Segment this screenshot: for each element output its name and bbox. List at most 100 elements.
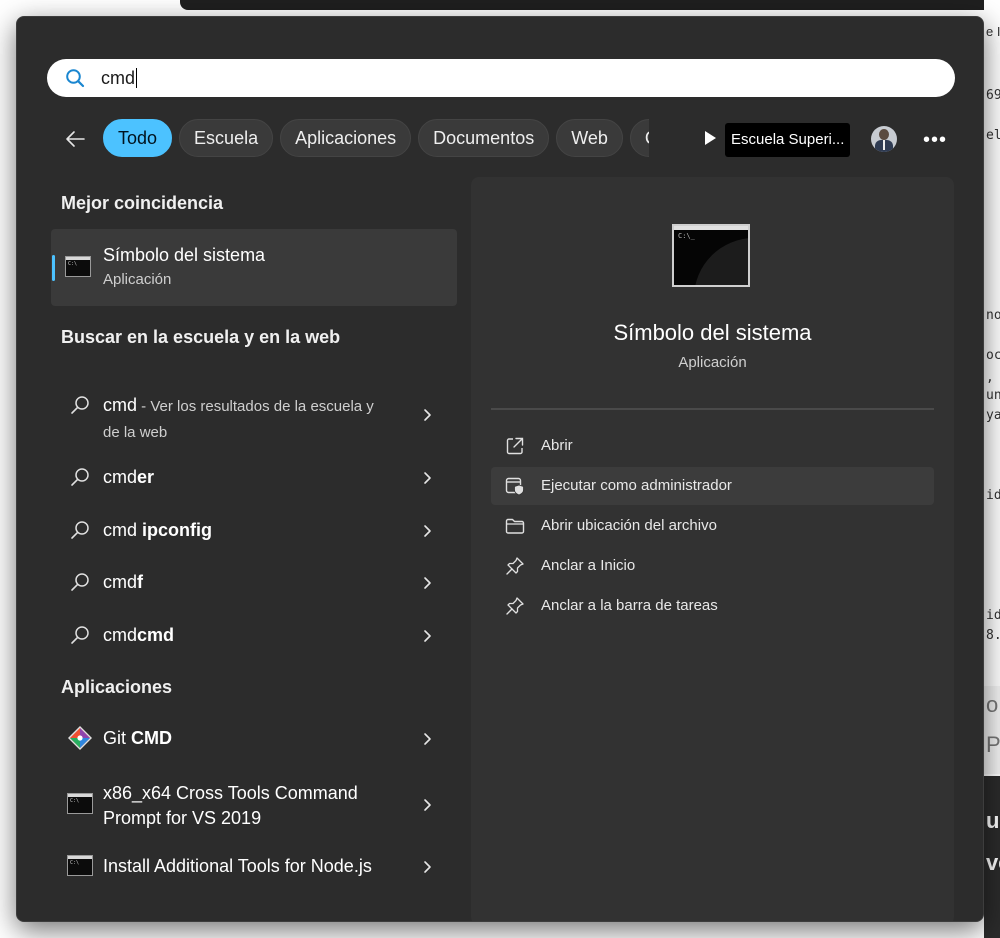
bg-text: ya (986, 408, 1000, 423)
action-open-file-location[interactable]: Abrir ubicación del archivo (491, 507, 934, 545)
result-description: - Ver los resultados de la escuela y (137, 398, 374, 415)
search-icon (71, 468, 89, 486)
search-input[interactable]: cmd (47, 59, 955, 97)
app-name-match: CMD (131, 728, 173, 748)
detail-title: Símbolo del sistema (613, 320, 812, 345)
avatar[interactable] (871, 126, 897, 152)
chevron-right-icon (424, 799, 431, 811)
open-external-icon (506, 437, 524, 455)
filter-chip-aplicaciones[interactable]: Aplicaciones (280, 119, 412, 157)
bg-text: 8. (986, 628, 1000, 643)
action-pin-to-start[interactable]: Anclar a Inicio (491, 547, 934, 585)
bg-text: oc (986, 348, 1000, 363)
result-query: cmd (103, 395, 138, 415)
git-icon (68, 726, 92, 750)
action-run-as-admin[interactable]: Ejecutar como administrador (491, 467, 934, 505)
search-text: cmd (101, 67, 138, 89)
action-open[interactable]: Abrir (491, 427, 934, 465)
app-name: Git (103, 728, 132, 748)
bg-text: id (986, 608, 1000, 623)
web-result-label: cmder (103, 467, 154, 488)
background-window-titlebar (180, 0, 1000, 10)
filter-chip-web[interactable]: Web (556, 119, 623, 157)
console-icon-prompt: C:\_ (678, 232, 695, 240)
search-panel: cmd Todo Escuela Aplicaciones Documentos Web… (16, 16, 984, 922)
search-icon (71, 521, 89, 539)
bg-text: el (986, 128, 1000, 143)
best-match-subtitle: Aplicación (103, 271, 172, 288)
action-pin-to-taskbar[interactable]: Anclar a la barra de tareas (491, 587, 934, 625)
shield-admin-icon (505, 477, 524, 496)
web-result-label: cmd ipconfig (103, 520, 212, 541)
bg-text: no (986, 308, 1000, 323)
web-result-label: cmd - Ver los resultados de la escuela y… (103, 393, 403, 445)
console-icon-glare (694, 238, 748, 285)
app-result-item[interactable]: x86_x64 Cross Tools Command Prompt for VS… (51, 773, 457, 835)
chevron-right-icon (424, 525, 431, 537)
result-query: cmd (103, 520, 143, 540)
scroll-chips-right-icon[interactable] (705, 131, 716, 145)
action-label: Anclar a Inicio (541, 557, 636, 574)
folder-icon (505, 518, 525, 534)
app-result-item[interactable]: Git CMD (51, 713, 457, 763)
bg-text: , (986, 370, 994, 385)
console-icon (67, 855, 93, 876)
bg-text: ve (986, 850, 1000, 875)
divider (491, 408, 934, 410)
result-suggestion: er (137, 467, 155, 487)
more-options-icon[interactable]: ••• (923, 129, 947, 152)
web-result-label: cmdcmd (103, 625, 174, 646)
bg-text: id (986, 488, 1000, 503)
chevron-right-icon (424, 409, 431, 421)
filter-bar: TodoEscuelaAplicacionesDocumentosWebCon … (47, 119, 967, 159)
web-result-label: cmdf (103, 572, 143, 593)
web-result-item[interactable]: cmd - Ver los resultados de la escuela y… (51, 367, 457, 441)
app-result-item[interactable]: Install Additional Tools for Node.js (51, 841, 457, 891)
result-suggestion: ipconfig (142, 520, 213, 540)
chevron-right-icon (424, 733, 431, 745)
result-suggestion: cmd (137, 625, 175, 645)
best-match-item[interactable]: Símbolo del sistema Aplicación (51, 229, 457, 306)
back-arrow-icon[interactable] (63, 127, 87, 151)
action-label: Anclar a la barra de tareas (541, 597, 718, 614)
bg-text: Pa (986, 732, 1000, 757)
web-search-heading: Buscar en la escuela y en la web (61, 327, 341, 347)
detail-pane: C:\_ Símbolo del sistema Aplicación Abri… (471, 177, 954, 921)
best-match-heading: Mejor coincidencia (61, 193, 224, 213)
console-icon: C:\_ (672, 224, 750, 287)
result-description-2: de la web (103, 424, 168, 441)
pin-icon (506, 597, 524, 615)
filter-chip-documentos[interactable]: Documentos (418, 119, 550, 157)
filter-chip-con[interactable]: Con (629, 119, 649, 157)
result-suggestion: f (137, 572, 144, 592)
action-label: Ejecutar como administrador (541, 477, 732, 494)
pin-icon (506, 557, 524, 575)
filter-chip-escuela[interactable]: Escuela (179, 119, 274, 157)
results-list: Mejor coincidencia Símbolo del sistema A… (51, 177, 459, 917)
bg-text: un (986, 388, 1000, 403)
organization-badge[interactable]: Escuela Superi... (725, 123, 850, 157)
bg-text: o (986, 692, 999, 717)
avatar-head (879, 129, 889, 140)
bg-text: e In (986, 24, 1000, 39)
chevron-right-icon (424, 861, 431, 873)
app-result-label: Git CMD (103, 728, 172, 749)
console-icon (65, 256, 91, 277)
filter-chip-todo[interactable]: Todo (103, 119, 173, 157)
selection-indicator (52, 255, 55, 281)
result-query: cmd (103, 625, 138, 645)
chevron-right-icon (424, 472, 431, 484)
web-result-item[interactable]: cmdcmd (51, 610, 457, 660)
search-icon (71, 626, 89, 644)
bg-text: 69 (986, 88, 1000, 103)
app-result-label: Install Additional Tools for Node.js (103, 856, 372, 876)
search-icon (71, 573, 89, 591)
best-match-title: Símbolo del sistema (103, 245, 266, 265)
chevron-right-icon (424, 630, 431, 642)
web-result-item[interactable]: cmdf (51, 557, 457, 607)
chevron-right-icon (424, 577, 431, 589)
avatar-tie (883, 140, 885, 150)
web-result-item[interactable]: cmder (51, 452, 457, 502)
bg-text: ue (986, 808, 1000, 833)
web-result-item[interactable]: cmd ipconfig (51, 505, 457, 555)
